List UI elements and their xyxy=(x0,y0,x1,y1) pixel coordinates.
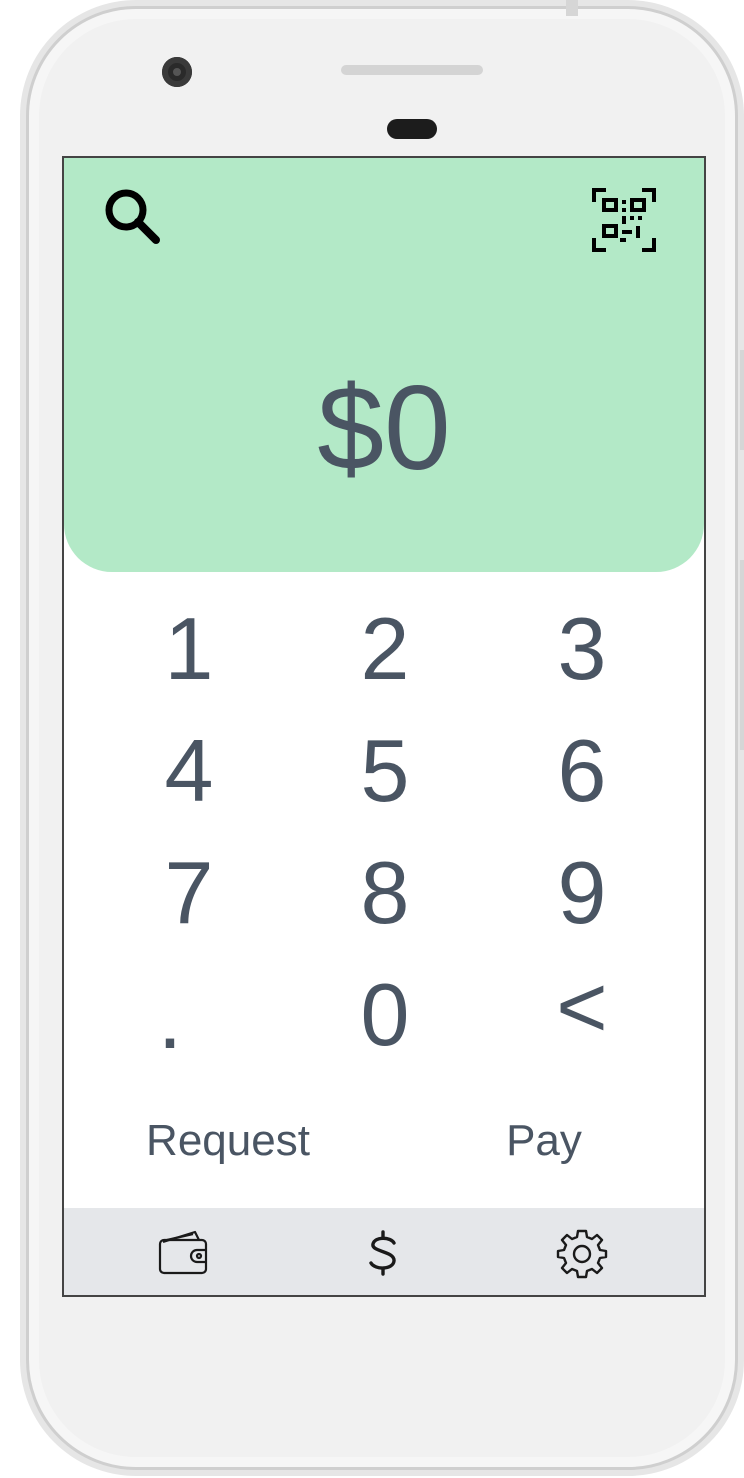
side-button-top xyxy=(566,0,578,16)
gear-icon[interactable] xyxy=(542,1208,622,1295)
key-2[interactable]: 2 xyxy=(305,594,465,704)
key-6[interactable]: 6 xyxy=(502,716,662,826)
earpiece-speaker xyxy=(341,65,483,75)
qr-scan-icon[interactable] xyxy=(590,186,658,254)
dollar-icon[interactable] xyxy=(343,1208,423,1295)
key-9[interactable]: 9 xyxy=(502,838,662,948)
key-backspace[interactable]: < xyxy=(502,952,662,1062)
app-screen: $0 1 2 3 4 5 6 7 8 9 . 0 < Request Pay xyxy=(62,156,706,1297)
key-5[interactable]: 5 xyxy=(305,716,465,826)
amount-header: $0 xyxy=(64,158,704,572)
wallet-icon[interactable] xyxy=(144,1208,224,1295)
key-0[interactable]: 0 xyxy=(305,960,465,1070)
amount-display: $0 xyxy=(317,361,451,495)
key-3[interactable]: 3 xyxy=(502,594,662,704)
bottom-navigation xyxy=(64,1208,704,1295)
proximity-sensor xyxy=(387,119,437,139)
request-button[interactable]: Request xyxy=(128,1113,328,1169)
key-7[interactable]: 7 xyxy=(109,838,269,948)
key-4[interactable]: 4 xyxy=(109,716,269,826)
side-button-right-2 xyxy=(740,560,744,750)
pay-button[interactable]: Pay xyxy=(484,1113,604,1169)
key-8[interactable]: 8 xyxy=(305,838,465,948)
key-1[interactable]: 1 xyxy=(109,594,269,704)
key-decimal[interactable]: . xyxy=(90,963,250,1073)
side-button-right-1 xyxy=(740,350,744,450)
front-camera xyxy=(162,57,192,87)
search-icon[interactable] xyxy=(100,184,164,248)
